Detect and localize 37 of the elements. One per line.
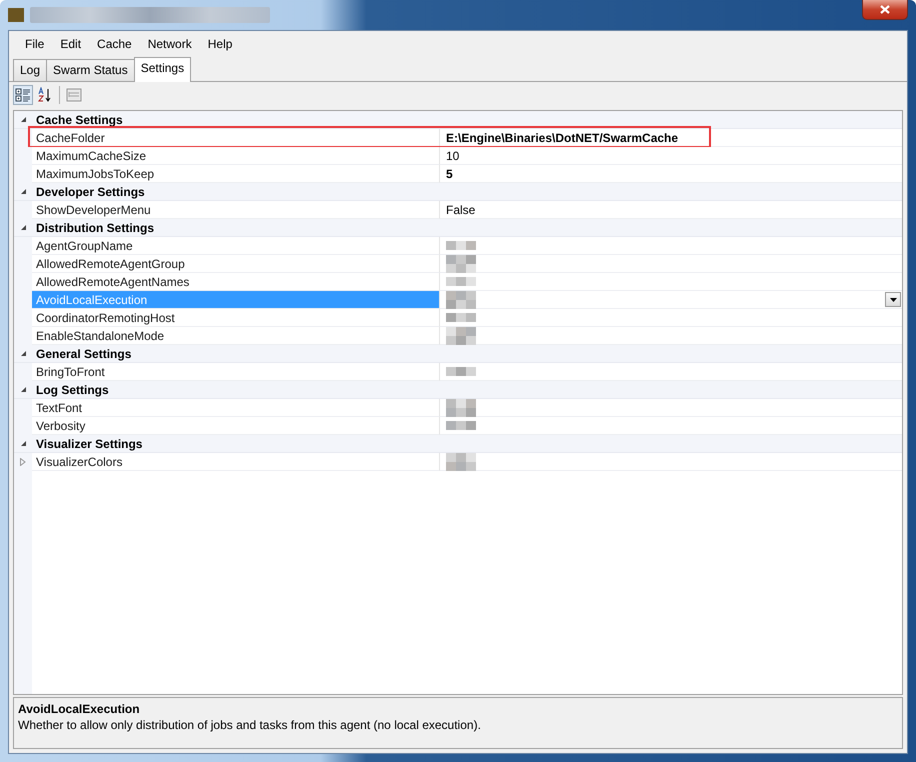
tab[interactable]: Log	[13, 59, 48, 81]
toolbar-button[interactable]	[13, 85, 33, 105]
property-value: 5	[446, 166, 453, 180]
categorized-icon	[15, 87, 31, 103]
collapse-icon[interactable]	[20, 350, 26, 357]
menu-item[interactable]: File	[17, 35, 52, 53]
menu-item[interactable]: Cache	[89, 35, 140, 53]
dropdown-button[interactable]	[885, 292, 901, 307]
description-title: AvoidLocalExecution	[18, 702, 141, 716]
menu-item[interactable]: Network	[140, 35, 200, 53]
property-pages-icon	[66, 87, 82, 103]
category-label: Visualizer Settings	[35, 436, 142, 452]
property-value: 10	[446, 148, 460, 162]
close-button[interactable]	[862, 0, 908, 20]
caret-icon	[890, 298, 896, 302]
collapse-icon[interactable]	[20, 188, 26, 195]
tab[interactable]: Swarm Status	[46, 59, 135, 81]
property-value: False	[446, 202, 476, 216]
category-label: General Settings	[35, 346, 132, 362]
category-label: Developer Settings	[35, 184, 145, 200]
collapse-icon[interactable]	[20, 224, 26, 231]
expand-icon[interactable]	[20, 458, 26, 466]
tab[interactable]: Settings	[134, 57, 192, 82]
close-icon	[880, 5, 890, 14]
collapse-icon[interactable]	[20, 386, 26, 393]
category-label: Cache Settings	[35, 112, 123, 128]
property-name[interactable]: VisualizerColors	[32, 453, 440, 471]
category-label: Distribution Settings	[35, 220, 154, 236]
window-icon	[8, 8, 24, 22]
category-label: Log Settings	[35, 382, 109, 398]
description-text: Whether to allow only distribution of jobs and tasks from this agent (no local execution).	[18, 718, 482, 732]
collapse-icon[interactable]	[20, 116, 26, 123]
sort-icon	[37, 87, 53, 103]
menu-item[interactable]: Help	[200, 35, 240, 53]
property-value: E:\Engine\Binaries\DotNET/SwarmCache	[446, 130, 678, 144]
menu-item[interactable]: Edit	[52, 35, 90, 53]
collapse-icon[interactable]	[20, 440, 26, 447]
